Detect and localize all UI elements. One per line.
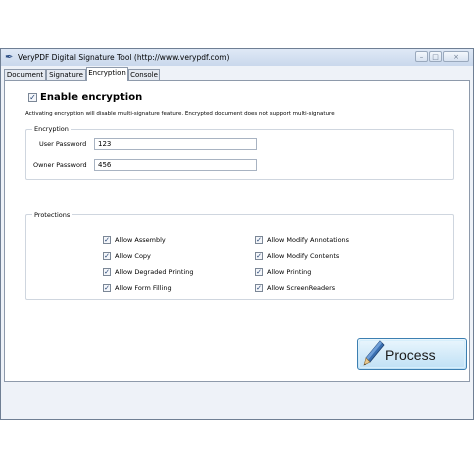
allow-degraded-printing-checkbox[interactable]: ✓ bbox=[103, 268, 111, 276]
enable-encryption-checkbox[interactable]: ✓ bbox=[28, 93, 37, 102]
owner-password-input[interactable]: 456 bbox=[94, 159, 257, 171]
close-button[interactable]: × bbox=[443, 51, 469, 62]
allow-copy-checkbox[interactable]: ✓ bbox=[103, 252, 111, 260]
title-bar[interactable]: ✒ VeryPDF Digital Signature Tool (http:/… bbox=[1, 49, 473, 66]
enable-encryption-label: Enable encryption bbox=[40, 92, 143, 103]
allow-assembly-label: Allow Assembly bbox=[115, 236, 166, 244]
process-button-label: Process bbox=[385, 347, 436, 363]
allow-form-filling-checkbox[interactable]: ✓ bbox=[103, 284, 111, 292]
allow-modify-annotations-label: Allow Modify Annotations bbox=[267, 236, 350, 244]
protections-group bbox=[25, 214, 454, 300]
allow-form-filling-label: Allow Form Filling bbox=[115, 284, 172, 292]
encryption-group bbox=[25, 129, 454, 180]
encryption-note: Activating encryption will disable multi… bbox=[25, 111, 335, 117]
allow-modify-annotations-checkbox[interactable]: ✓ bbox=[255, 236, 263, 244]
minimize-button[interactable]: – bbox=[415, 51, 428, 62]
allow-printing-checkbox[interactable]: ✓ bbox=[255, 268, 263, 276]
pencil-icon bbox=[363, 340, 385, 366]
protections-group-legend: Protections bbox=[32, 211, 73, 219]
window-bottom-edge bbox=[0, 420, 474, 421]
maximize-button[interactable]: □ bbox=[429, 51, 442, 62]
encryption-group-legend: Encryption bbox=[32, 125, 71, 133]
encryption-panel: ✓ Enable encryption Activating encryptio… bbox=[4, 80, 470, 382]
allow-modify-contents-label: Allow Modify Contents bbox=[267, 252, 340, 260]
allow-screenreaders-label: Allow ScreenReaders bbox=[267, 284, 336, 292]
allow-assembly-checkbox[interactable]: ✓ bbox=[103, 236, 111, 244]
allow-modify-contents-checkbox[interactable]: ✓ bbox=[255, 252, 263, 260]
allow-degraded-printing-label: Allow Degraded Printing bbox=[115, 268, 194, 276]
allow-copy-label: Allow Copy bbox=[115, 252, 151, 260]
window-title: VeryPDF Digital Signature Tool (http://w… bbox=[18, 53, 230, 62]
user-password-input[interactable]: 123 bbox=[94, 138, 257, 150]
user-password-label: User Password bbox=[39, 140, 87, 148]
allow-screenreaders-checkbox[interactable]: ✓ bbox=[255, 284, 263, 292]
tab-encryption[interactable]: Encryption bbox=[86, 67, 128, 81]
owner-password-label: Owner Password bbox=[33, 161, 87, 169]
app-icon: ✒ bbox=[5, 52, 14, 63]
allow-printing-label: Allow Printing bbox=[267, 268, 312, 276]
